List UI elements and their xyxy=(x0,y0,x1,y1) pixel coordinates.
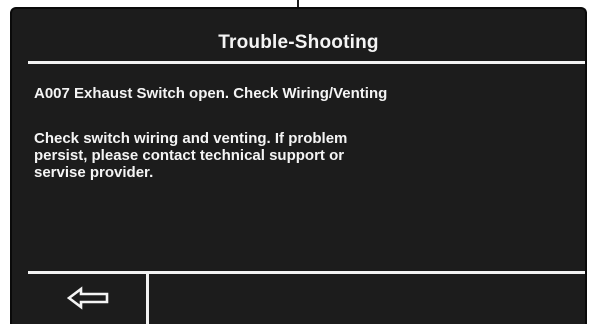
message-line: persist, please contact technical suppor… xyxy=(34,147,345,164)
fault-code-text: A007 Exhaust Switch open. Check Wiring/V… xyxy=(34,85,388,102)
footer-divider xyxy=(28,271,585,274)
header-divider xyxy=(28,61,585,64)
left-arrow-icon xyxy=(67,286,109,310)
troubleshooting-message: Check switch wiring and venting. If prob… xyxy=(34,130,494,181)
display-screen: Trouble-Shooting A007 Exhaust Switch ope… xyxy=(10,7,587,324)
back-button[interactable] xyxy=(67,281,147,315)
page-title: Trouble-Shooting xyxy=(218,32,379,53)
message-line: servise provider. xyxy=(34,164,154,181)
footer-vertical-divider xyxy=(146,274,149,324)
message-line: Check switch wiring and venting. If prob… xyxy=(34,130,348,147)
